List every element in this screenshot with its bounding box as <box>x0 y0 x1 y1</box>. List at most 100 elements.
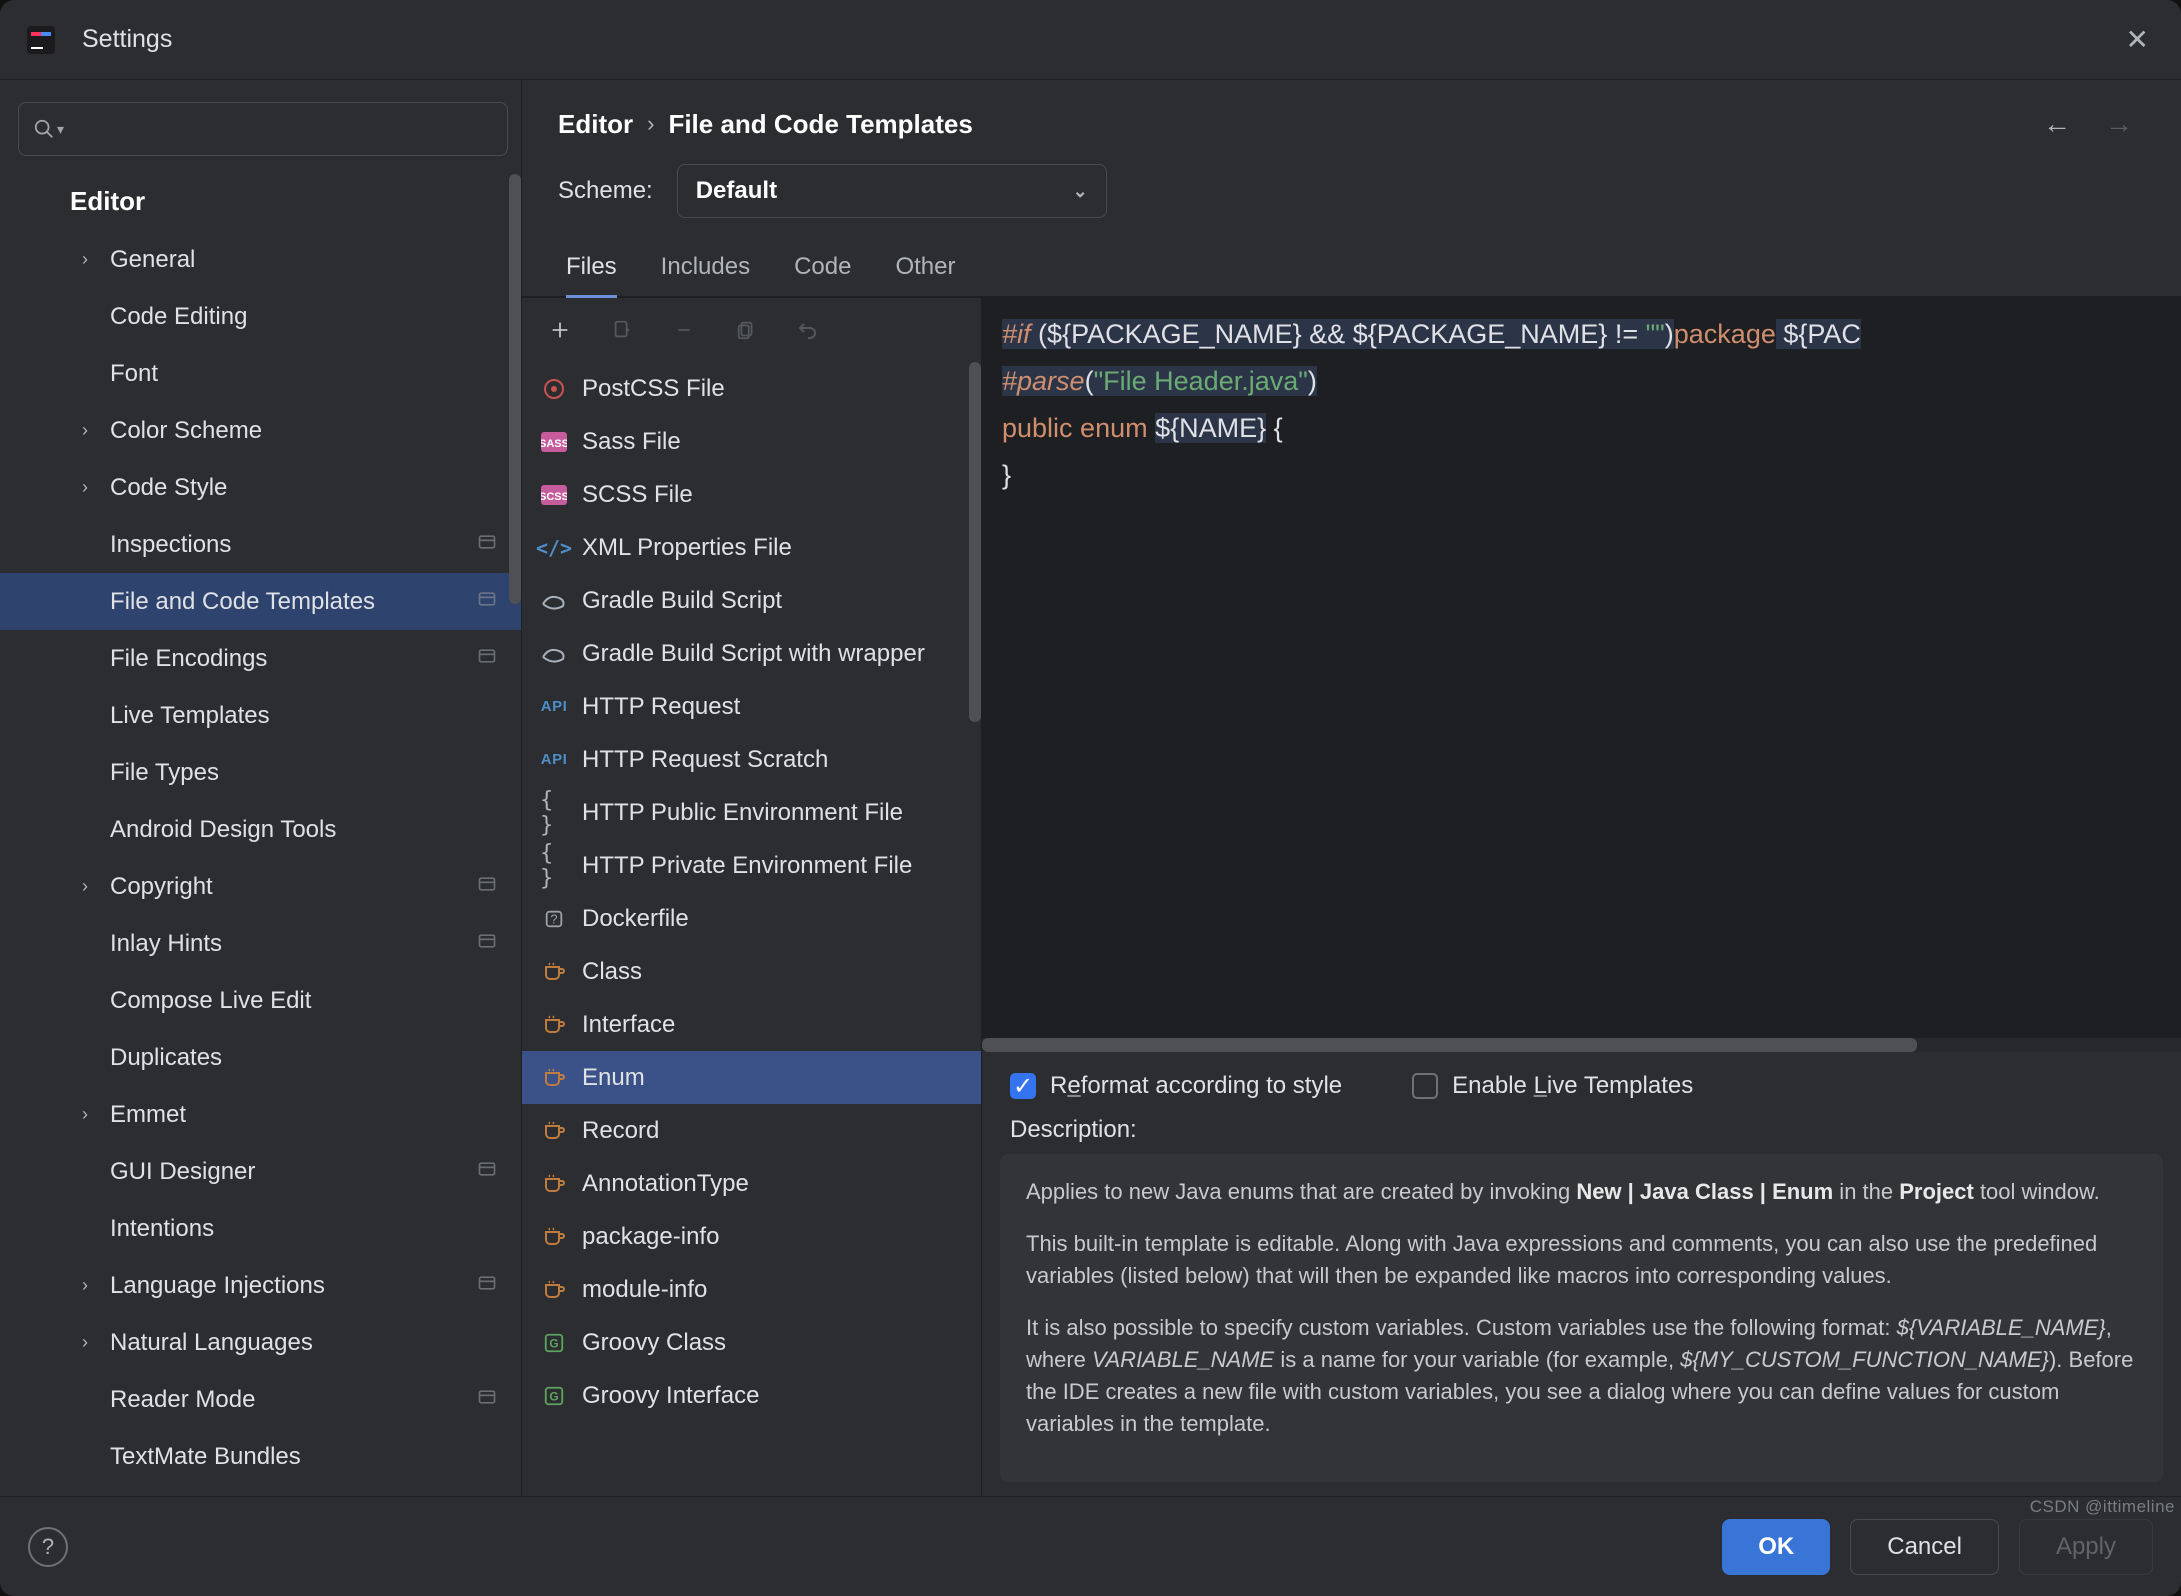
template-item-groovy-class[interactable]: GGroovy Class <box>522 1316 981 1369</box>
scope-icon <box>477 1272 497 1299</box>
sidebar-item-natural-languages[interactable]: ›Natural Languages <box>0 1314 521 1371</box>
description-heading: Description: <box>982 1110 2181 1154</box>
nav-back-icon[interactable]: ← <box>2043 108 2071 140</box>
sidebar-item-general[interactable]: ›General <box>0 231 521 288</box>
template-item-class[interactable]: Class <box>522 945 981 998</box>
copy-icon[interactable] <box>732 316 760 344</box>
docker-icon: ? <box>540 905 568 933</box>
sidebar-item-file-types[interactable]: File Types <box>0 744 521 801</box>
template-item-sass-file[interactable]: SASSSass File <box>522 415 981 468</box>
search-input[interactable]: ▾ <box>18 102 508 156</box>
copy-template-icon[interactable] <box>608 316 636 344</box>
groovy-icon: G <box>540 1382 568 1410</box>
sidebar-item-language-injections[interactable]: ›Language Injections <box>0 1257 521 1314</box>
close-icon[interactable]: ✕ <box>2118 19 2157 60</box>
sidebar-item-compose-live-edit[interactable]: Compose Live Edit <box>0 972 521 1029</box>
sidebar-item-copyright[interactable]: ›Copyright <box>0 858 521 915</box>
add-icon[interactable] <box>546 316 574 344</box>
gradle-icon <box>540 640 568 668</box>
template-item-dockerfile[interactable]: ?Dockerfile <box>522 892 981 945</box>
window-title: Settings <box>82 25 172 54</box>
description-body: Applies to new Java enums that are creat… <box>1000 1154 2163 1482</box>
scheme-select[interactable]: Default ⌄ <box>677 164 1107 218</box>
sidebar-item-intentions[interactable]: Intentions <box>0 1200 521 1257</box>
template-code-editor[interactable]: #if (${PACKAGE_NAME} && ${PACKAGE_NAME} … <box>982 298 2181 1052</box>
reformat-checkbox[interactable]: ✓ Reformat according to style <box>1010 1072 1342 1100</box>
template-item-http-request-scratch[interactable]: APIHTTP Request Scratch <box>522 733 981 786</box>
template-item-enum[interactable]: Enum <box>522 1051 981 1104</box>
template-item-postcss-file[interactable]: PostCSS File <box>522 362 981 415</box>
template-item-gradle-build-script[interactable]: Gradle Build Script <box>522 574 981 627</box>
template-item-interface[interactable]: Interface <box>522 998 981 1051</box>
chevron-right-icon: › <box>82 249 88 270</box>
sidebar-item-android-design-tools[interactable]: Android Design Tools <box>0 801 521 858</box>
sidebar-item-code-style[interactable]: ›Code Style <box>0 459 521 516</box>
sidebar-item-file-and-code-templates[interactable]: File and Code Templates <box>0 573 521 630</box>
cancel-button[interactable]: Cancel <box>1850 1519 1999 1575</box>
live-templates-checkbox[interactable]: Enable Live Templates <box>1412 1072 1693 1100</box>
chevron-right-icon: › <box>82 1332 88 1353</box>
tab-files[interactable]: Files <box>566 253 617 298</box>
template-item-record[interactable]: Record <box>522 1104 981 1157</box>
chevron-right-icon: › <box>82 876 88 897</box>
app-logo <box>24 23 58 57</box>
cup-icon <box>540 958 568 986</box>
editor-horizontal-scrollbar[interactable] <box>982 1038 2181 1052</box>
cup-icon <box>540 1276 568 1304</box>
ok-button[interactable]: OK <box>1722 1519 1830 1575</box>
sass-icon: SASS <box>540 428 568 456</box>
sidebar-item-textmate-bundles[interactable]: TextMate Bundles <box>0 1428 521 1485</box>
template-item-annotationtype[interactable]: AnnotationType <box>522 1157 981 1210</box>
template-item-xml-properties-file[interactable]: </>XML Properties File <box>522 521 981 574</box>
scope-icon <box>477 930 497 957</box>
cup-icon <box>540 1117 568 1145</box>
template-item-http-public-environment-file[interactable]: { }HTTP Public Environment File <box>522 786 981 839</box>
sidebar-item-inspections[interactable]: Inspections <box>0 516 521 573</box>
chevron-right-icon: › <box>82 1104 88 1125</box>
sidebar-item-font[interactable]: Font <box>0 345 521 402</box>
help-icon[interactable]: ? <box>28 1527 68 1567</box>
scope-icon <box>477 1386 497 1413</box>
sidebar-item-reader-mode[interactable]: Reader Mode <box>0 1371 521 1428</box>
template-item-http-request[interactable]: APIHTTP Request <box>522 680 981 733</box>
chevron-right-icon: › <box>82 420 88 441</box>
undo-icon[interactable] <box>794 316 822 344</box>
cup-icon <box>540 1011 568 1039</box>
sidebar-item-gui-designer[interactable]: GUI Designer <box>0 1143 521 1200</box>
tab-other[interactable]: Other <box>895 253 955 298</box>
template-item-http-private-environment-file[interactable]: { }HTTP Private Environment File <box>522 839 981 892</box>
scrollbar-thumb[interactable] <box>509 174 521 604</box>
tab-code[interactable]: Code <box>794 253 851 298</box>
template-item-package-info[interactable]: package-info <box>522 1210 981 1263</box>
breadcrumb-leaf: File and Code Templates <box>668 109 972 140</box>
scheme-label: Scheme: <box>558 177 653 205</box>
template-item-module-info[interactable]: module-info <box>522 1263 981 1316</box>
sidebar-item-duplicates[interactable]: Duplicates <box>0 1029 521 1086</box>
svg-text:G: G <box>549 1336 558 1350</box>
svg-text:G: G <box>549 1389 558 1403</box>
settings-tree[interactable]: Editor ›GeneralCode EditingFont›Color Sc… <box>0 170 521 1496</box>
template-item-scss-file[interactable]: SCSSSCSS File <box>522 468 981 521</box>
tab-includes[interactable]: Includes <box>661 253 750 298</box>
template-item-groovy-interface[interactable]: GGroovy Interface <box>522 1369 981 1422</box>
api-icon: API <box>540 746 568 774</box>
api-icon: API <box>540 693 568 721</box>
svg-text:?: ? <box>550 911 557 926</box>
sidebar-item-live-templates[interactable]: Live Templates <box>0 687 521 744</box>
chevron-right-icon: › <box>82 1275 88 1296</box>
scope-icon <box>477 588 497 615</box>
sidebar-item-emmet[interactable]: ›Emmet <box>0 1086 521 1143</box>
chevron-down-icon: ▾ <box>57 121 64 138</box>
sidebar-item-color-scheme[interactable]: ›Color Scheme <box>0 402 521 459</box>
remove-icon[interactable] <box>670 316 698 344</box>
scope-icon <box>477 1158 497 1185</box>
scheme-value: Default <box>696 177 777 205</box>
sidebar-item-file-encodings[interactable]: File Encodings <box>0 630 521 687</box>
sidebar-item-inlay-hints[interactable]: Inlay Hints <box>0 915 521 972</box>
watermark: CSDN @ittimeline <box>2030 1497 2175 1517</box>
scrollbar-thumb[interactable] <box>969 362 981 722</box>
sidebar-item-code-editing[interactable]: Code Editing <box>0 288 521 345</box>
braces-icon: { } <box>540 799 568 827</box>
breadcrumb-root[interactable]: Editor <box>558 109 633 140</box>
template-item-gradle-build-script-with-wrapper[interactable]: Gradle Build Script with wrapper <box>522 627 981 680</box>
